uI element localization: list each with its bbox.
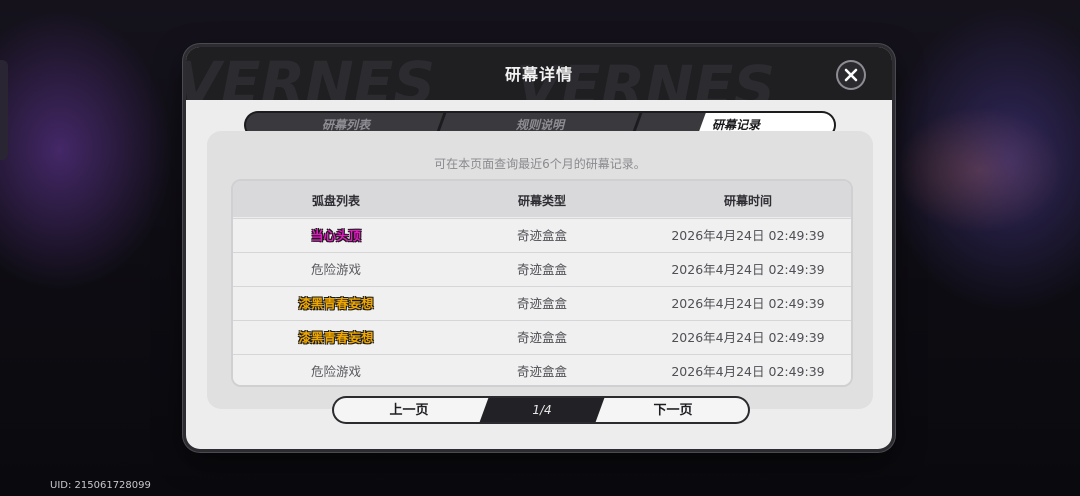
- table-row: 当心头顶 奇迹盒盒 2026年4月24日 02:49:39: [233, 218, 851, 252]
- page-indicator: 1/4: [532, 403, 552, 417]
- record-name: 危险游戏: [310, 364, 361, 379]
- background-side-panel: [0, 60, 8, 160]
- records-panel: 可在本页面查询最近6个月的研幕记录。 弧盘列表 研幕类型 研幕时间 当心头顶奇迹…: [207, 131, 873, 409]
- table-row: 漆黑青春妄想 奇迹盒盒 2026年4月24日 02:49:39: [233, 286, 851, 320]
- table-header: 弧盘列表 研幕类型 研幕时间: [233, 181, 851, 217]
- record-name: 漆黑青春妄想: [298, 296, 374, 311]
- column-header-name: 弧盘列表: [311, 194, 360, 208]
- record-type: 奇迹盒盒: [516, 330, 567, 345]
- record-type: 奇迹盒盒: [516, 228, 567, 243]
- record-name-cell: 危险游戏: [233, 253, 439, 286]
- records-table: 弧盘列表 研幕类型 研幕时间 当心头顶 奇迹盒盒 2026年4月24日 02:49:…: [231, 179, 853, 387]
- record-name: 漆黑青春妄想: [298, 330, 374, 345]
- record-name-cell: 漆黑青春妄想: [233, 287, 439, 320]
- table-row: 危险游戏 奇迹盒盒 2026年4月24日 02:49:39: [233, 252, 851, 286]
- record-name-cell: 当心头顶: [233, 219, 439, 252]
- gacha-detail-dialog: VERNES VERNES 研幕详情 研幕列表 规则说明 研幕记录 可在本页面查…: [186, 47, 892, 449]
- table-row: 漆黑青春妄想 奇迹盒盒 2026年4月24日 02:49:39: [233, 320, 851, 354]
- column-header-time: 研幕时间: [723, 194, 772, 208]
- dialog-title: 研幕详情: [504, 65, 573, 84]
- record-name-cell: 危险游戏: [233, 355, 439, 385]
- table-row: 危险游戏 奇迹盒盒 2026年4月24日 02:49:39: [233, 354, 851, 385]
- record-name-cell: 漆黑青春妄想: [233, 321, 439, 354]
- record-type: 奇迹盒盒: [516, 364, 567, 379]
- prev-page-button[interactable]: 上一页: [334, 398, 484, 422]
- record-type: 奇迹盒盒: [516, 296, 567, 311]
- record-time: 2026年4月24日 02:49:39: [671, 330, 825, 345]
- record-time: 2026年4月24日 02:49:39: [671, 228, 825, 243]
- record-time: 2026年4月24日 02:49:39: [671, 364, 825, 379]
- column-header-type: 研幕类型: [517, 194, 566, 208]
- record-name: 当心头顶: [310, 228, 361, 243]
- pagination: 上一页 1/4 下一页: [334, 398, 748, 422]
- record-name: 危险游戏: [310, 262, 361, 277]
- uid-label: UID: 215061728099: [50, 480, 151, 491]
- close-icon: [844, 68, 858, 82]
- dialog-header: VERNES VERNES 研幕详情: [186, 47, 892, 100]
- record-time: 2026年4月24日 02:49:39: [671, 262, 825, 277]
- next-page-button[interactable]: 下一页: [598, 398, 748, 422]
- records-hint: 可在本页面查询最近6个月的研幕记录。: [434, 157, 646, 171]
- close-button[interactable]: [838, 62, 864, 88]
- record-time: 2026年4月24日 02:49:39: [671, 296, 825, 311]
- record-type: 奇迹盒盒: [516, 262, 567, 277]
